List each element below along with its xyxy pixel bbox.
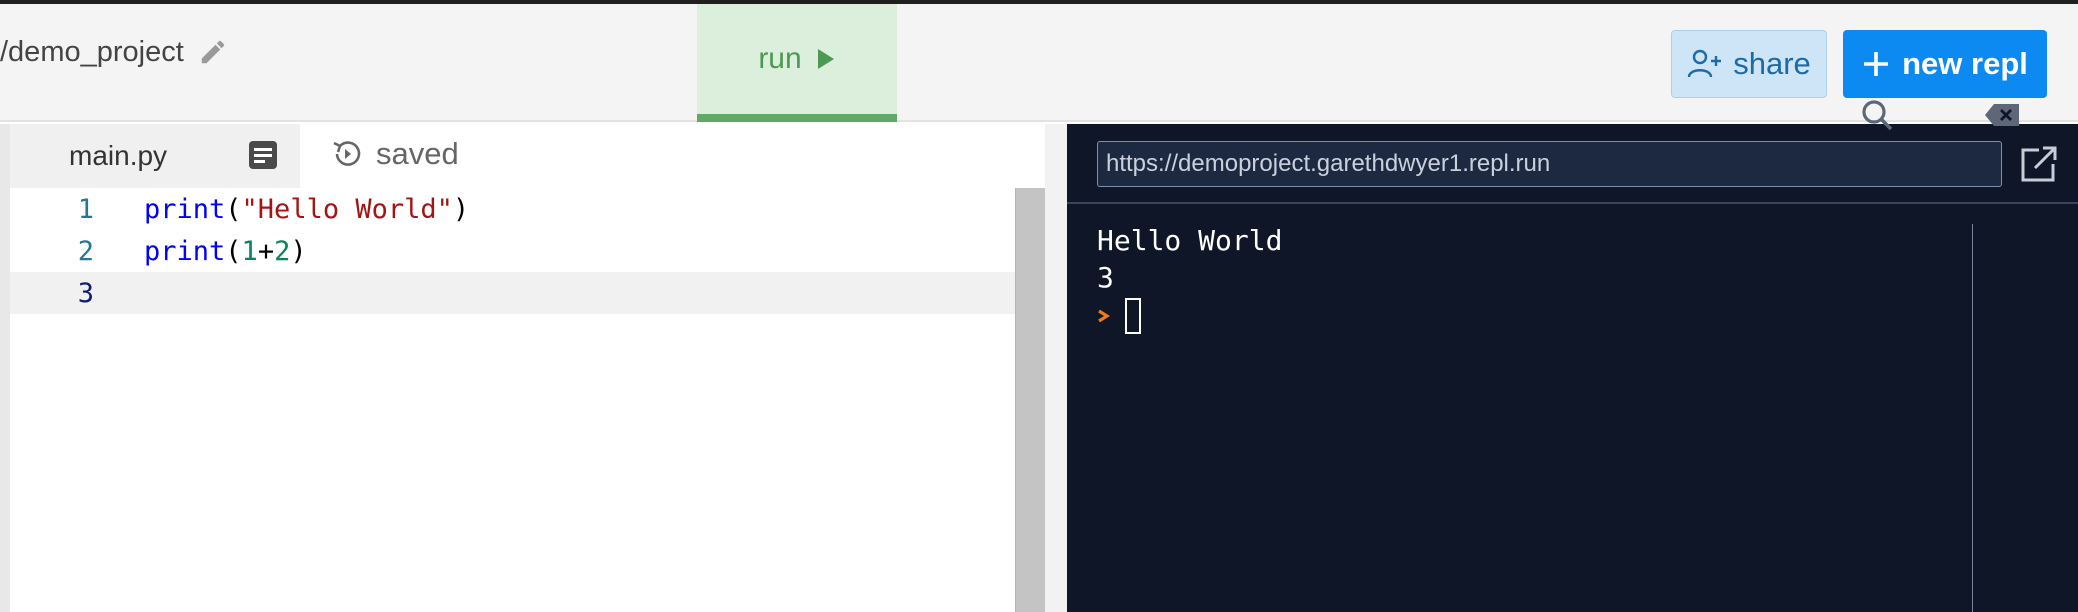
code-token: + <box>257 235 275 267</box>
new-repl-button-label: new repl <box>1902 46 2028 81</box>
console-output[interactable]: Hello World 3 <box>1097 222 1282 336</box>
code-token: print <box>144 235 226 267</box>
line-number: 1 <box>77 193 94 225</box>
code-line[interactable]: 2 print(1+2) <box>10 230 1015 272</box>
code-line[interactable]: 3 <box>10 272 1015 314</box>
run-button[interactable]: run <box>697 4 897 122</box>
history-icon <box>333 141 361 166</box>
user-plus-icon <box>1688 49 1722 78</box>
console-line: Hello World <box>1097 224 1283 257</box>
editor-pane: main.py saved 1 print("Hello World") 2 prin… <box>0 124 1045 612</box>
pencil-icon[interactable] <box>198 37 228 67</box>
save-status: saved <box>330 136 459 172</box>
console-divider <box>1067 202 2078 204</box>
play-icon <box>817 49 834 69</box>
editor-tab-bar: main.py saved <box>10 124 1045 188</box>
code-token: ) <box>452 193 470 225</box>
editor-scrollbar[interactable] <box>1015 188 1045 612</box>
console-line: 3 <box>1097 261 1114 294</box>
code-editor[interactable]: 1 print("Hello World") 2 print(1+2) 3 <box>10 188 1015 612</box>
code-text: print(1+2) <box>144 236 307 267</box>
console-prompt[interactable] <box>1097 296 1282 336</box>
plus-icon <box>1864 52 1889 76</box>
file-tab-label: main.py <box>69 140 168 171</box>
line-number: 2 <box>77 235 94 267</box>
backspace-icon[interactable] <box>1984 103 2020 127</box>
output-url-field[interactable] <box>1097 141 2002 187</box>
console-cursor <box>1125 298 1141 334</box>
code-line[interactable]: 1 print("Hello World") <box>10 188 1015 230</box>
line-number: 3 <box>77 277 94 309</box>
search-icon[interactable] <box>1860 98 1894 132</box>
file-tab-main-py[interactable]: main.py <box>10 124 300 188</box>
code-token: 1 <box>241 235 258 267</box>
console-scroll-track <box>1972 224 1973 612</box>
save-status-label: saved <box>376 136 459 171</box>
project-name-label: /demo_project <box>0 35 184 68</box>
code-token: "Hello World" <box>241 193 453 225</box>
project-name[interactable]: /demo_project <box>0 32 228 72</box>
share-button-label: share <box>1733 46 1811 81</box>
console-pane: Hello World 3 <box>1067 124 2078 612</box>
code-token: ( <box>225 193 242 225</box>
code-token: 2 <box>274 235 291 267</box>
editor-left-strip <box>0 124 10 612</box>
code-token: ) <box>290 235 307 267</box>
header-bar: /demo_project run share new repl <box>0 4 2078 122</box>
run-button-label: run <box>758 42 802 75</box>
code-token: print <box>144 193 226 225</box>
doc-lines-icon[interactable] <box>248 140 278 170</box>
chevron-right-icon <box>1098 309 1111 323</box>
code-token: ( <box>225 235 242 267</box>
share-button[interactable]: share <box>1671 30 1827 98</box>
external-link-icon[interactable] <box>2017 144 2059 186</box>
new-repl-button[interactable]: new repl <box>1843 30 2047 98</box>
pane-resize-handle[interactable] <box>1045 124 1067 612</box>
code-text: print("Hello World") <box>144 194 469 225</box>
